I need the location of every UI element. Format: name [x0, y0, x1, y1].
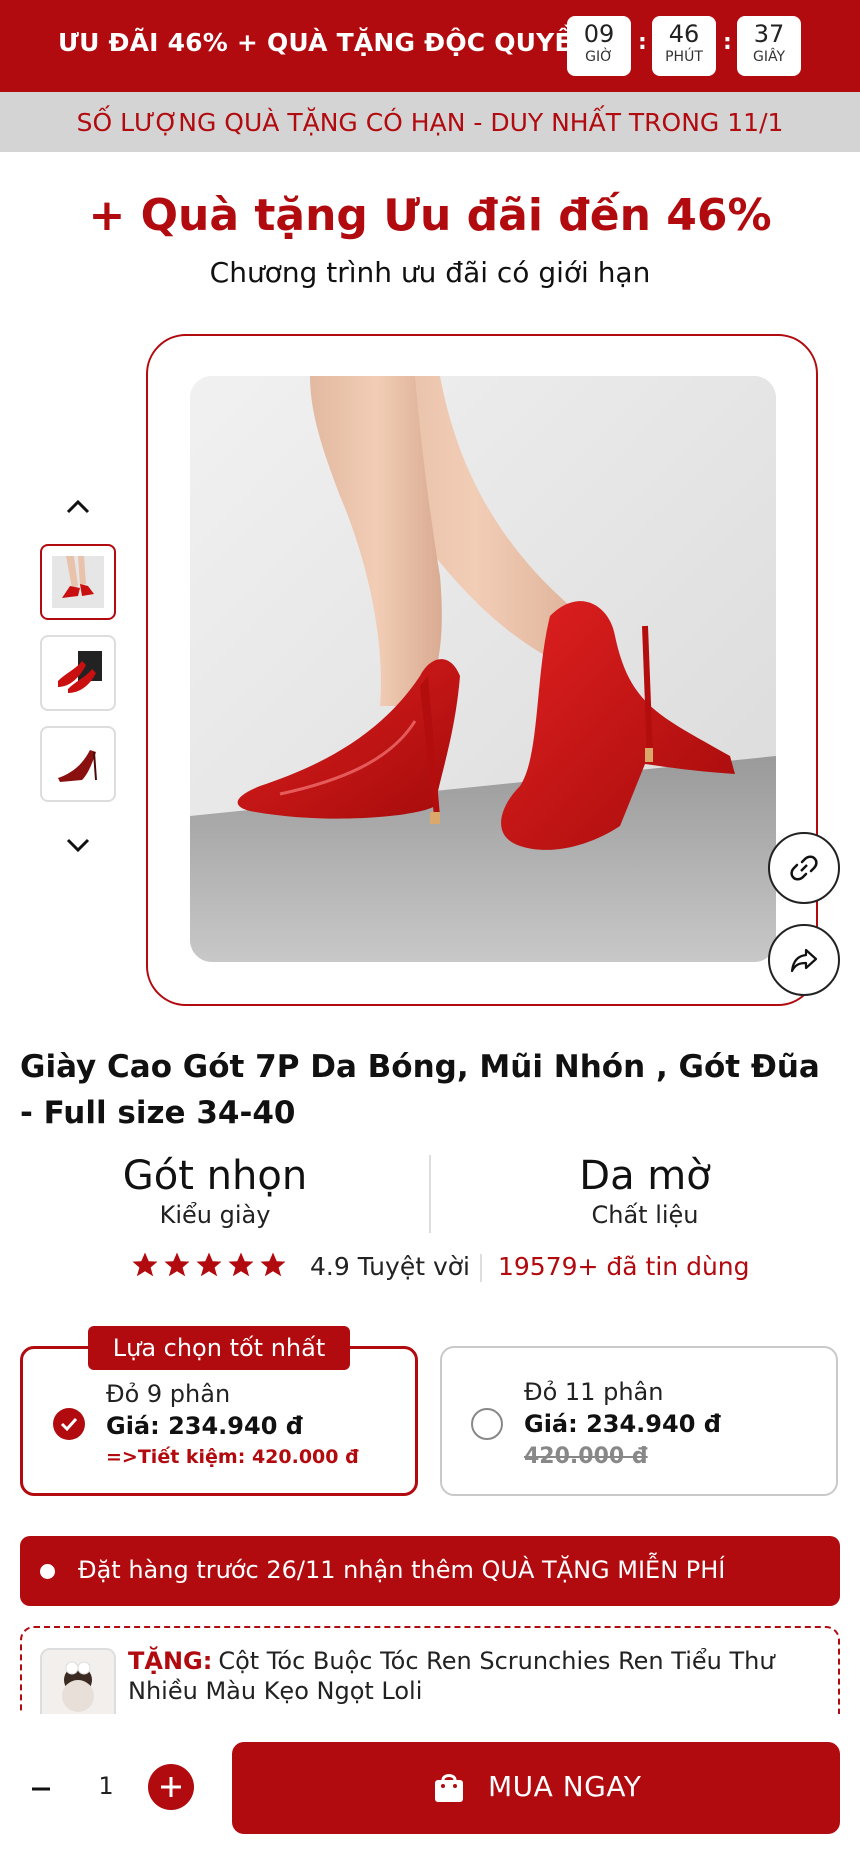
order-notice-text: Đặt hàng trước 26/11 nhận thêm QUÀ TẶNG … — [78, 1556, 726, 1584]
gift-description: TẶNG: Cột Tóc Buộc Tóc Ren Scrunchies Ren… — [128, 1646, 818, 1706]
shopping-bag-icon — [435, 1774, 463, 1802]
thumbnail-heel-icon — [52, 738, 104, 790]
option-old-price: 420.000 đ — [524, 1444, 648, 1469]
countdown-hours-unit: GIỜ — [585, 49, 613, 65]
star-icon — [260, 1252, 286, 1277]
countdown-seconds-unit: GIÂY — [752, 49, 786, 65]
countdown-seconds: 37 GIÂY — [737, 16, 801, 76]
countdown-separator: : — [638, 30, 647, 55]
attribute-value: Da mờ — [579, 1153, 711, 1199]
check-icon — [60, 1417, 78, 1432]
star-icon — [196, 1252, 222, 1277]
plus-icon — [161, 1777, 181, 1797]
bullet-icon — [40, 1564, 55, 1579]
gift-text: Cột Tóc Buộc Tóc Ren Scrunchies Ren Tiểu… — [128, 1647, 775, 1705]
attribute-label: Kiểu giày — [159, 1201, 271, 1229]
attribute-material: Da mờ Chất liệu — [430, 1152, 860, 1230]
gallery-thumbnail[interactable] — [40, 726, 116, 802]
option-price: Giá: 234.940 đ — [524, 1410, 721, 1438]
trust-count: 19579+ đã tin dùng — [498, 1252, 750, 1281]
gift-image — [40, 1648, 116, 1724]
share-button[interactable] — [768, 924, 840, 996]
thumbnail-heels-icon — [52, 556, 104, 608]
option-name: Đỏ 9 phân — [106, 1380, 231, 1408]
option-radio-selected[interactable] — [53, 1408, 85, 1440]
attribute-label: Chất liệu — [591, 1201, 699, 1229]
countdown-minutes: 46 PHÚT — [652, 16, 716, 76]
promo-subheadline: Chương trình ưu đãi có giới hạn — [209, 256, 651, 289]
option-name: Đỏ 11 phân — [524, 1378, 664, 1406]
minus-icon[interactable] — [26, 1774, 56, 1804]
star-icon — [132, 1252, 158, 1277]
promo-headline: + Quà tặng Ưu đãi đến 46% — [88, 190, 772, 241]
attribute-value: Gót nhọn — [122, 1153, 308, 1199]
option-saving: =>Tiết kiệm: 420.000 đ — [106, 1446, 359, 1468]
rating-row: 4.9 Tuyệt vời 19579+ đã tin dùng — [130, 1250, 750, 1286]
buy-now-button[interactable]: MUA NGAY — [232, 1742, 840, 1834]
rating-divider — [480, 1254, 482, 1282]
promo-text: ƯU ĐÃI 46% + QUÀ TẶNG ĐỘC QUYỀN — [58, 28, 593, 57]
thumbnail-heels-pair-icon — [52, 647, 104, 699]
chevron-up-icon[interactable] — [58, 486, 98, 526]
best-choice-badge: Lựa chọn tốt nhất — [88, 1326, 350, 1370]
copy-link-button[interactable] — [768, 832, 840, 904]
promo-bar: ƯU ĐÃI 46% + QUÀ TẶNG ĐỘC QUYỀN 09 GIỜ :… — [0, 0, 860, 92]
red-heels-image — [190, 376, 776, 962]
gallery-thumbnail[interactable] — [40, 544, 116, 620]
star-icon — [164, 1252, 190, 1277]
quantity-value[interactable]: 1 — [96, 1772, 116, 1800]
gallery-thumbnail[interactable] — [40, 635, 116, 711]
countdown-minutes-value: 46 — [668, 20, 700, 48]
countdown-minutes-unit: PHÚT — [665, 49, 703, 65]
scrunchie-image — [42, 1650, 114, 1722]
limited-gift-text: SỐ LƯỢNG QUÀ TẶNG CÓ HẠN - DUY NHẤT TRON… — [76, 108, 784, 137]
countdown-hours-value: 09 — [583, 20, 615, 48]
chevron-down-icon[interactable] — [58, 826, 98, 866]
rating-text: 4.9 Tuyệt vời — [310, 1252, 470, 1281]
countdown-seconds-value: 37 — [753, 20, 785, 48]
product-title: Giày Cao Gót 7P Da Bóng, Mũi Nhón , Gót … — [20, 1049, 820, 1131]
limited-gift-bar: SỐ LƯỢNG QUÀ TẶNG CÓ HẠN - DUY NHẤT TRON… — [0, 92, 860, 152]
option-price: Giá: 234.940 đ — [106, 1412, 303, 1440]
order-notice-bar: Đặt hàng trước 26/11 nhận thêm QUÀ TẶNG … — [20, 1536, 840, 1606]
share-icon — [790, 948, 818, 973]
star-icon — [228, 1252, 254, 1277]
attribute-shoe-style: Gót nhọn Kiểu giày — [0, 1152, 430, 1230]
countdown-hours: 09 GIỜ — [567, 16, 631, 76]
product-main-image[interactable] — [190, 376, 776, 962]
option-radio-unselected[interactable] — [471, 1408, 503, 1440]
countdown-separator: : — [723, 30, 732, 55]
gift-label: TẶNG: — [128, 1647, 213, 1675]
plus-button[interactable] — [148, 1764, 194, 1810]
buy-now-label: MUA NGAY — [488, 1770, 642, 1803]
link-icon — [790, 855, 818, 881]
